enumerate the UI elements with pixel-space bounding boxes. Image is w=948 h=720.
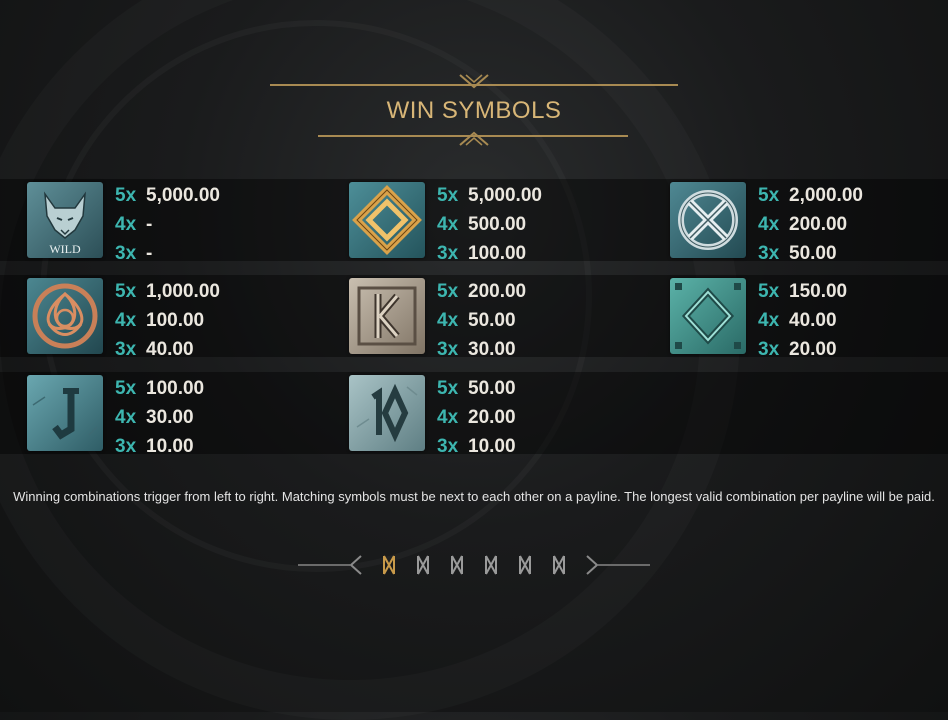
header: WIN SYMBOLS [0, 72, 948, 152]
payout-list: 5x 50.00 4x 20.00 3x 10.00 [437, 378, 516, 457]
page-title: WIN SYMBOLS [386, 97, 562, 124]
copper-triquetra-icon [27, 278, 103, 354]
page-dot-5[interactable] [517, 554, 533, 576]
wild-label: WILD [49, 242, 81, 256]
stone-k-rune-icon [349, 278, 425, 354]
ten-rune-icon [349, 375, 425, 451]
chevron-down-ornament-icon [458, 74, 490, 90]
j-rune-icon [27, 375, 103, 451]
page-dot-6[interactable] [551, 554, 567, 576]
nav-line-left [298, 564, 350, 566]
page-dot-4[interactable] [483, 554, 499, 576]
page-dot-3[interactable] [449, 554, 465, 576]
page-dot-1[interactable] [381, 554, 397, 576]
payout-list: 5x 5,000.00 4x - 3x - [115, 185, 220, 264]
payout-list: 5x 150.00 4x 40.00 3x 20.00 [758, 281, 848, 360]
gold-diamond-knot-icon [349, 182, 425, 258]
payout-list: 5x 5,000.00 4x 500.00 3x 100.00 [437, 185, 542, 264]
nav-line-right [598, 564, 650, 566]
paytable-row: 5x 1,000.00 4x 100.00 3x 40.00 5x 200.00 4x 5… [0, 275, 948, 360]
paytable-row: 5x 100.00 4x 30.00 3x 10.00 5x 50.00 4x 20.00… [0, 372, 948, 457]
silver-circle-knot-icon [670, 182, 746, 258]
wolf-wild-icon: WILD [27, 182, 103, 258]
page-navigation [0, 550, 948, 580]
chevron-up-ornament-icon [458, 130, 490, 146]
payout-list: 5x 2,000.00 4x 200.00 3x 50.00 [758, 185, 863, 264]
prev-page-arrow-icon[interactable] [348, 554, 364, 576]
teal-diamond-rune-icon [670, 278, 746, 354]
payout-list: 5x 1,000.00 4x 100.00 3x 40.00 [115, 281, 220, 360]
payout-list: 5x 200.00 4x 50.00 3x 30.00 [437, 281, 527, 360]
page-dot-2[interactable] [415, 554, 431, 576]
payout-list: 5x 100.00 4x 30.00 3x 10.00 [115, 378, 205, 457]
paytable-row: WILD 5x 5,000.00 4x - 3x - 5x 5,000.00 4x 500… [0, 179, 948, 264]
rules-description: Winning combinations trigger from left t… [13, 489, 935, 504]
